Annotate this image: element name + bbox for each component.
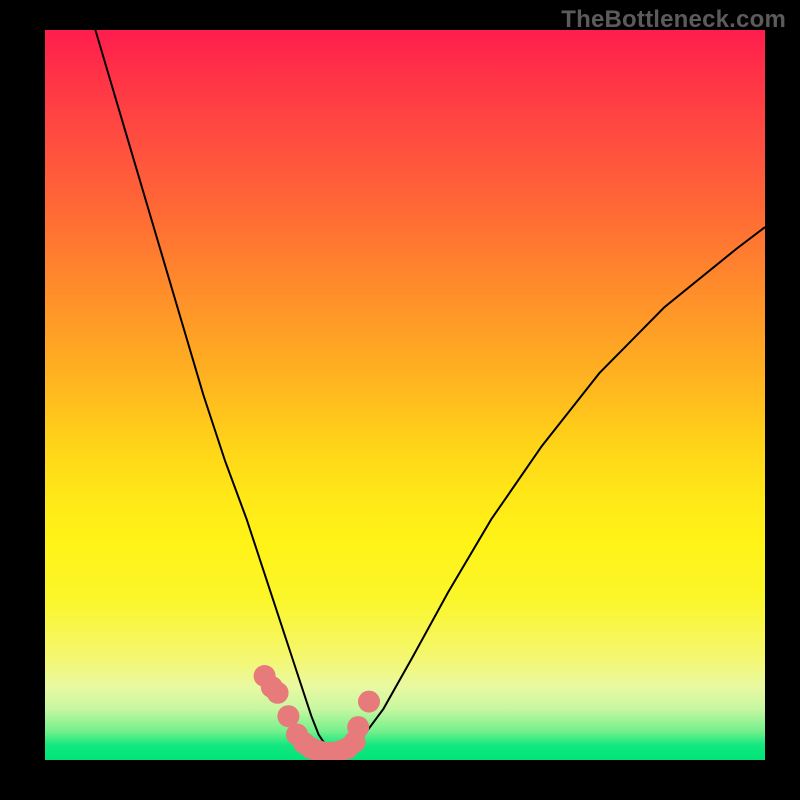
marker-dot (267, 682, 289, 704)
bottleneck-curve (95, 30, 765, 753)
marker-dot (358, 691, 380, 713)
marker-layer (254, 665, 380, 760)
curve-line (95, 30, 765, 753)
chart-svg (45, 30, 765, 760)
marker-dot (347, 716, 369, 738)
chart-frame: TheBottleneck.com (0, 0, 800, 800)
plot-area (45, 30, 765, 760)
